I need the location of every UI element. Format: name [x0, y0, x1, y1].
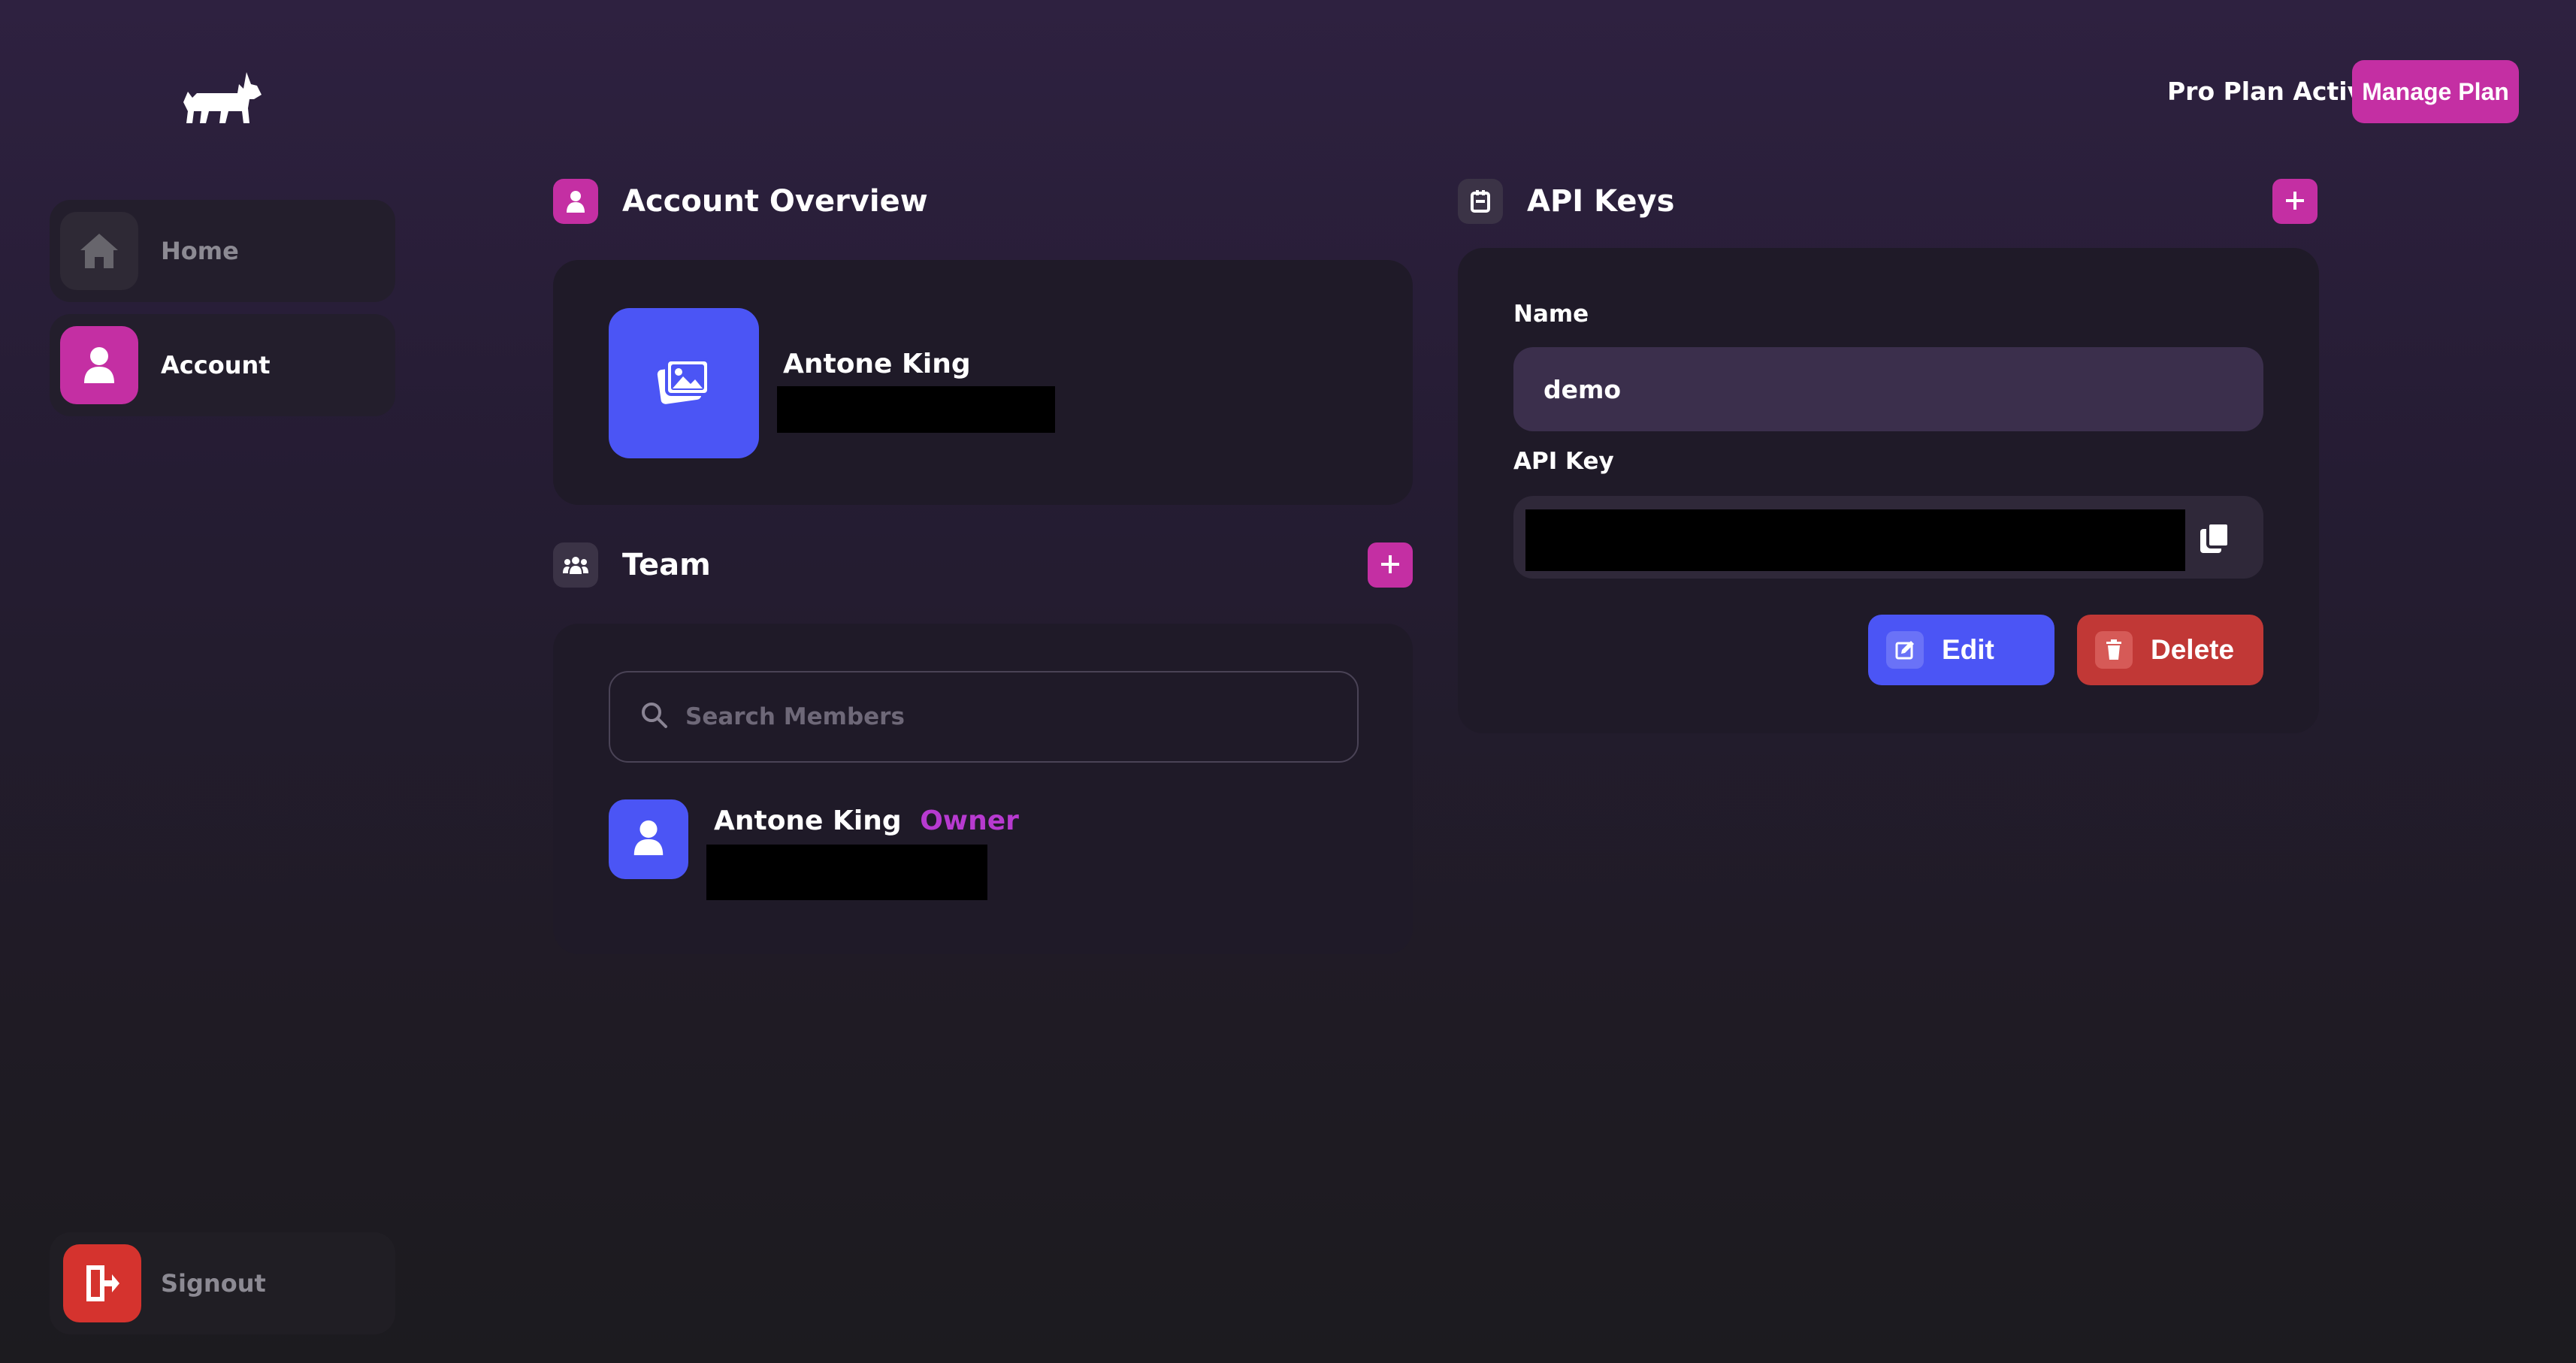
- manage-plan-button[interactable]: Manage Plan: [2352, 60, 2519, 123]
- signout-button[interactable]: Signout: [50, 1232, 395, 1334]
- member-avatar: [609, 799, 688, 879]
- sidebar-item-account[interactable]: Account: [50, 314, 395, 416]
- account-overview-title: Account Overview: [622, 184, 928, 219]
- copy-icon[interactable]: [2197, 520, 2233, 556]
- user-icon: [553, 179, 598, 224]
- profile-image-placeholder[interactable]: [609, 308, 759, 458]
- api-key-name-input[interactable]: [1543, 374, 2220, 404]
- account-email-redacted: [777, 386, 1055, 433]
- member-name: Antone King: [714, 805, 902, 836]
- user-icon: [632, 819, 665, 860]
- trash-icon: [2095, 631, 2133, 669]
- api-key-value-redacted: [1525, 509, 2185, 571]
- key-icon: [1458, 179, 1503, 224]
- add-member-button[interactable]: [1368, 542, 1413, 588]
- dog-logo-icon: [179, 69, 263, 129]
- search-members-input[interactable]: [685, 703, 1286, 730]
- home-icon: [60, 212, 138, 290]
- team-title: Team: [622, 548, 711, 582]
- sidebar-item-home[interactable]: Home: [50, 200, 395, 302]
- sidebar-item-label: Account: [161, 351, 271, 379]
- plan-status-text: Pro Plan Active: [2167, 77, 2381, 106]
- edit-label: Edit: [1942, 634, 1994, 665]
- sidebar-item-label: Home: [161, 237, 239, 265]
- delete-button[interactable]: Delete: [2077, 615, 2263, 685]
- add-api-key-button[interactable]: [2272, 179, 2317, 224]
- signout-label: Signout: [161, 1269, 266, 1298]
- search-members-box[interactable]: [609, 671, 1359, 763]
- delete-label: Delete: [2151, 634, 2235, 665]
- name-label: Name: [1513, 301, 1589, 328]
- team-member-row: Antone King Owner: [714, 804, 1019, 839]
- user-icon: [60, 326, 138, 404]
- api-key-name-field[interactable]: [1513, 347, 2263, 431]
- api-key-label: API Key: [1513, 448, 1614, 475]
- account-name: Antone King: [783, 349, 971, 379]
- team-icon: [553, 542, 598, 588]
- member-email-redacted: [706, 845, 987, 900]
- edit-button[interactable]: Edit: [1868, 615, 2054, 685]
- plus-icon: [2284, 190, 2305, 213]
- image-icon: [656, 357, 712, 410]
- member-role-badge: Owner: [920, 805, 1019, 836]
- signout-icon: [63, 1244, 141, 1322]
- plus-icon: [1380, 554, 1401, 577]
- search-icon: [640, 701, 669, 733]
- edit-icon: [1886, 631, 1924, 669]
- api-keys-title: API Keys: [1527, 184, 1675, 219]
